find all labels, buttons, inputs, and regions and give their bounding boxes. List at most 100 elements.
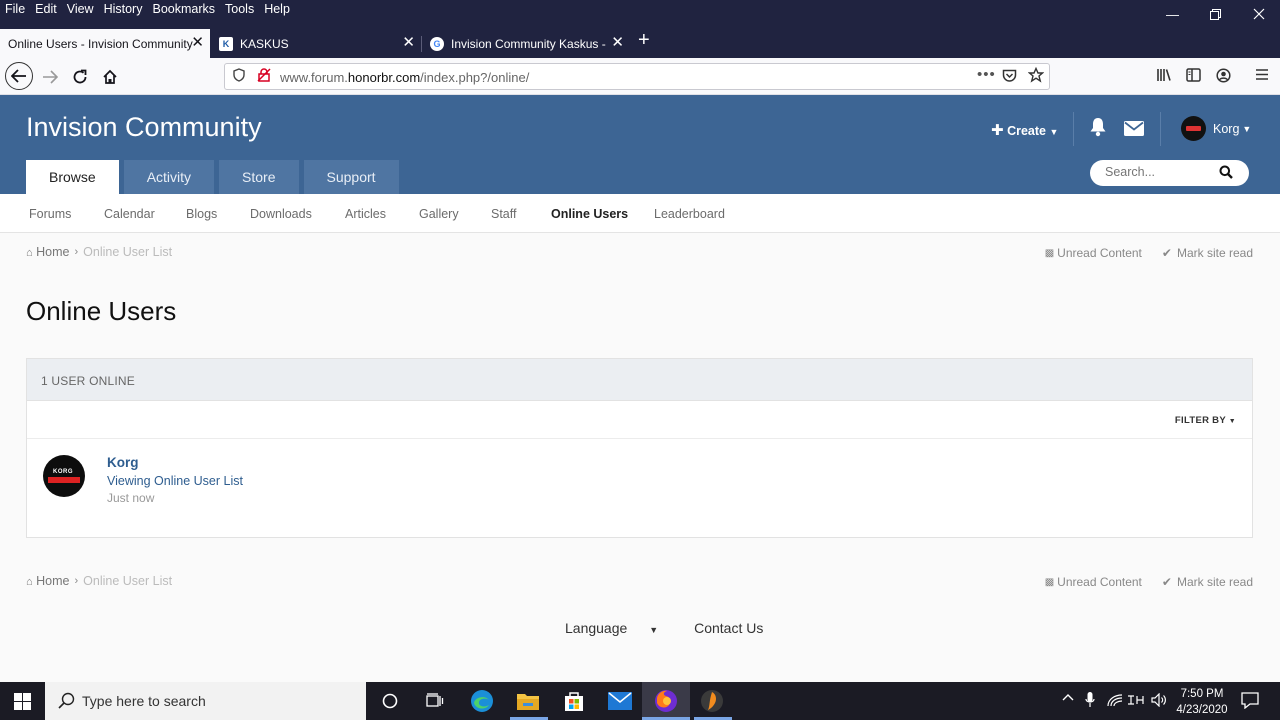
close-tab-icon[interactable]: ✕	[402, 35, 415, 51]
chevron-right-icon: ›	[74, 246, 79, 258]
url-prefix: www.forum.	[280, 70, 348, 85]
user-count-label: 1 USER ONLINE	[41, 374, 135, 388]
windows-start-icon[interactable]	[0, 682, 45, 720]
user-activity-link[interactable]: Viewing Online User List	[107, 474, 243, 488]
firefox-icon[interactable]	[652, 687, 680, 715]
taskbar-search-box[interactable]: Type here to search	[45, 682, 366, 720]
new-tab-icon[interactable]: +	[638, 30, 650, 50]
tab-browse[interactable]: Browse	[26, 160, 119, 194]
mail-app-icon[interactable]	[606, 687, 634, 715]
unread-content-link[interactable]: ▩ Unread Content	[1045, 246, 1142, 260]
search-icon[interactable]	[1219, 165, 1233, 184]
unread-content-icon: ▩	[1044, 576, 1055, 588]
tab-title: Invision Community Kaskus - G	[451, 36, 606, 51]
avatar-logo-bar	[48, 477, 80, 483]
action-center-icon[interactable]	[1241, 692, 1259, 712]
bookmark-star-icon[interactable]	[1027, 66, 1045, 86]
task-view-icon[interactable]	[421, 687, 449, 715]
contact-us-link[interactable]: Contact Us	[694, 620, 763, 636]
volume-icon[interactable]	[1151, 692, 1167, 710]
forward-icon[interactable]	[37, 64, 63, 90]
cortana-icon[interactable]	[376, 687, 404, 715]
network-icon[interactable]	[1107, 693, 1123, 710]
fl-studio-icon[interactable]	[698, 687, 726, 715]
close-tab-icon[interactable]: ✕	[611, 35, 624, 51]
microphone-icon[interactable]	[1085, 692, 1095, 711]
url-path: /index.php?/online/	[420, 70, 530, 85]
subnav-online-users[interactable]: Online Users	[551, 207, 628, 221]
menu-edit[interactable]: Edit	[35, 2, 57, 16]
subnav-calendar[interactable]: Calendar	[104, 207, 155, 221]
subnav-forums[interactable]: Forums	[29, 207, 71, 221]
avatar[interactable]: KORG	[43, 455, 85, 497]
file-explorer-icon[interactable]	[514, 687, 542, 715]
tab-activity[interactable]: Activity	[123, 160, 215, 194]
system-clock[interactable]: 7:50 PM 4/23/2020	[1172, 686, 1232, 718]
edge-browser-icon[interactable]	[468, 687, 496, 715]
clock-time: 7:50 PM	[1180, 688, 1224, 700]
mark-site-read-link[interactable]: ✔ Mark site read	[1162, 246, 1253, 260]
header-divider	[1160, 112, 1161, 146]
sidebar-toggle-icon[interactable]	[1186, 68, 1201, 86]
subnav-articles[interactable]: Articles	[345, 207, 386, 221]
menu-file[interactable]: File	[5, 2, 25, 16]
filter-by-button[interactable]: FILTER BY ▼	[1175, 415, 1236, 426]
page-title: Online Users	[26, 296, 177, 326]
search-input[interactable]	[1105, 165, 1215, 179]
mark-site-read-label: Mark site read	[1176, 246, 1253, 260]
insecure-lock-icon[interactable]	[257, 68, 271, 85]
show-hidden-icons-icon[interactable]	[1062, 692, 1074, 704]
tab-google[interactable]: G Invision Community Kaskus - G ✕	[422, 29, 630, 58]
home-icon[interactable]	[97, 64, 123, 90]
messages-envelope-icon[interactable]	[1124, 121, 1144, 141]
pocket-icon[interactable]	[1002, 69, 1017, 86]
url-bar[interactable]: www.forum.honorbr.com/index.php?/online/…	[224, 63, 1050, 90]
site-title[interactable]: Invision Community	[26, 112, 262, 143]
menu-help[interactable]: Help	[264, 2, 290, 16]
caret-down-icon: ▼	[1049, 127, 1059, 137]
breadcrumb-home[interactable]: ⌂ Home	[26, 574, 69, 588]
close-tab-icon[interactable]: ✕	[191, 35, 204, 51]
user-name-link[interactable]: Korg	[107, 455, 139, 470]
subnav-leaderboard[interactable]: Leaderboard	[654, 207, 725, 221]
footer-links: Language ▼ Contact Us	[565, 620, 781, 636]
subnav-blogs[interactable]: Blogs	[186, 207, 217, 221]
breadcrumb-bottom: ⌂ Home › Online User List	[26, 574, 172, 588]
shield-icon[interactable]	[233, 68, 245, 85]
notifications-bell-icon[interactable]	[1089, 117, 1107, 142]
clock-date: 4/23/2020	[1176, 704, 1228, 716]
hamburger-menu-icon[interactable]	[1255, 68, 1269, 85]
breadcrumb-actions-bottom: ▩ Unread Content ✔ Mark site read	[1045, 575, 1253, 589]
tab-support[interactable]: Support	[303, 160, 399, 194]
sub-navigation: Forums Calendar Blogs Downloads Articles…	[0, 194, 1280, 233]
microsoft-store-icon[interactable]	[560, 687, 588, 715]
kaskus-favicon-icon: K	[219, 36, 233, 51]
language-menu[interactable]: Language ▼	[565, 620, 676, 636]
page-actions-icon[interactable]: •••	[977, 66, 996, 83]
menu-view[interactable]: View	[67, 2, 94, 16]
user-menu[interactable]: Korg ▼	[1181, 116, 1251, 141]
create-button[interactable]: ✚ Create ▼	[991, 121, 1058, 139]
menu-bookmarks[interactable]: Bookmarks	[152, 2, 215, 16]
back-icon[interactable]	[5, 62, 33, 90]
menu-tools[interactable]: Tools	[225, 2, 254, 16]
mark-site-read-link[interactable]: ✔ Mark site read	[1162, 575, 1253, 589]
tab-online-users[interactable]: Online Users - Invision Community ✕	[0, 29, 210, 58]
menu-history[interactable]: History	[104, 2, 143, 16]
reload-icon[interactable]	[67, 64, 93, 90]
subnav-gallery[interactable]: Gallery	[419, 207, 459, 221]
tab-store[interactable]: Store	[219, 160, 299, 194]
breadcrumb-home[interactable]: ⌂ Home	[26, 245, 69, 259]
subnav-downloads[interactable]: Downloads	[250, 207, 312, 221]
subnav-staff[interactable]: Staff	[491, 207, 516, 221]
google-favicon-icon: G	[430, 36, 444, 51]
input-method-icon[interactable]	[1127, 694, 1145, 709]
create-label: Create	[1007, 124, 1046, 138]
language-label: Language	[565, 620, 628, 636]
tab-kaskus[interactable]: K KASKUS ✕	[211, 29, 421, 58]
unread-content-link[interactable]: ▩ Unread Content	[1045, 575, 1142, 589]
account-icon[interactable]	[1216, 68, 1231, 87]
taskbar-search-placeholder: Type here to search	[82, 693, 206, 709]
library-icon[interactable]	[1156, 68, 1172, 86]
unread-content-label: Unread Content	[1057, 575, 1142, 589]
